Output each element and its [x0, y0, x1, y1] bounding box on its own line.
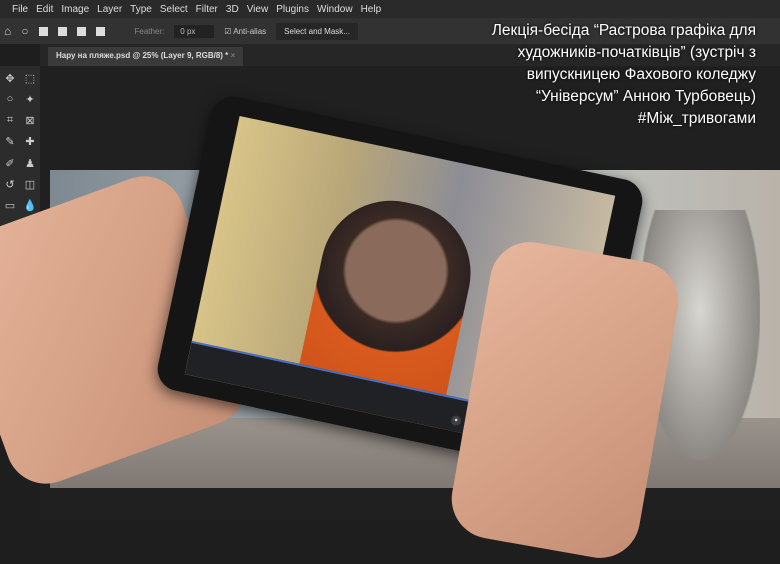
menu-edit[interactable]: Edit	[36, 4, 53, 15]
document-tab[interactable]: Нару на пляже.psd @ 25% (Layer 9, RGB/8)…	[48, 47, 244, 66]
mic-icon[interactable]: ●	[450, 414, 462, 427]
crop-tool-icon[interactable]: ⌗	[3, 114, 17, 129]
eyedropper-icon[interactable]: ✎	[3, 135, 17, 150]
menu-window[interactable]: Window	[317, 4, 353, 15]
antialias-checkbox[interactable]: ☑ Anti-alias	[224, 27, 266, 36]
feather-input[interactable]: 0 px	[174, 24, 215, 38]
select-and-mask-button[interactable]: Select and Mask...	[276, 22, 358, 40]
magic-wand-icon[interactable]: ✦	[23, 93, 37, 108]
antialias-label: Anti-alias	[233, 26, 267, 36]
hashtag: #Між_тривогами	[637, 110, 756, 127]
menu-select[interactable]: Select	[160, 4, 188, 15]
new-selection-icon[interactable]	[38, 26, 48, 36]
eraser-icon[interactable]: ◫	[23, 178, 37, 193]
menu-file[interactable]: File	[12, 4, 28, 15]
menu-3d[interactable]: 3D	[226, 4, 239, 15]
document-tab-label: Нару на пляже.psd @ 25% (Layer 9, RGB/8)…	[56, 51, 229, 60]
lasso-tool-icon[interactable]: ○	[3, 93, 17, 108]
menu-layer[interactable]: Layer	[97, 4, 122, 15]
intersect-selection-icon[interactable]	[95, 26, 105, 36]
add-selection-icon[interactable]	[57, 26, 67, 36]
title-line: “Універсум” Анною Турбовець)	[535, 88, 756, 105]
menu-image[interactable]: Image	[61, 4, 89, 15]
event-title: Лекція-бесіда “Растрова графіка для худо…	[416, 20, 756, 130]
menu-help[interactable]: Help	[361, 4, 382, 15]
stamp-tool-icon[interactable]: ♟	[23, 157, 37, 172]
healing-brush-icon[interactable]: ✚	[23, 135, 37, 150]
menu-filter[interactable]: Filter	[196, 4, 218, 15]
menu-plugins[interactable]: Plugins	[276, 4, 309, 15]
move-tool-icon[interactable]: ✥	[3, 72, 17, 87]
title-line: художників-початківців” (зустріч з	[517, 44, 756, 61]
title-line: Лекція-бесіда “Растрова графіка для	[491, 22, 756, 39]
subtract-selection-icon[interactable]	[76, 26, 86, 36]
title-line: випускницею Фахового коледжу	[526, 66, 756, 83]
feather-label: Feather:	[134, 26, 165, 36]
frame-tool-icon[interactable]: ⊠	[23, 114, 37, 129]
history-brush-icon[interactable]: ↺	[3, 178, 17, 193]
marquee-tool-icon[interactable]: ⬚	[23, 72, 37, 87]
lasso-icon[interactable]: ○	[21, 24, 28, 38]
blur-tool-icon[interactable]: 💧	[23, 199, 37, 214]
brush-tool-icon[interactable]: ✐	[3, 157, 17, 172]
menu-view[interactable]: View	[247, 4, 269, 15]
menu-bar: File Edit Image Layer Type Select Filter…	[0, 0, 780, 18]
close-icon[interactable]: ×	[231, 51, 236, 60]
home-icon[interactable]: ⌂	[4, 24, 11, 38]
gradient-tool-icon[interactable]: ▭	[3, 199, 17, 214]
menu-type[interactable]: Type	[130, 4, 152, 15]
